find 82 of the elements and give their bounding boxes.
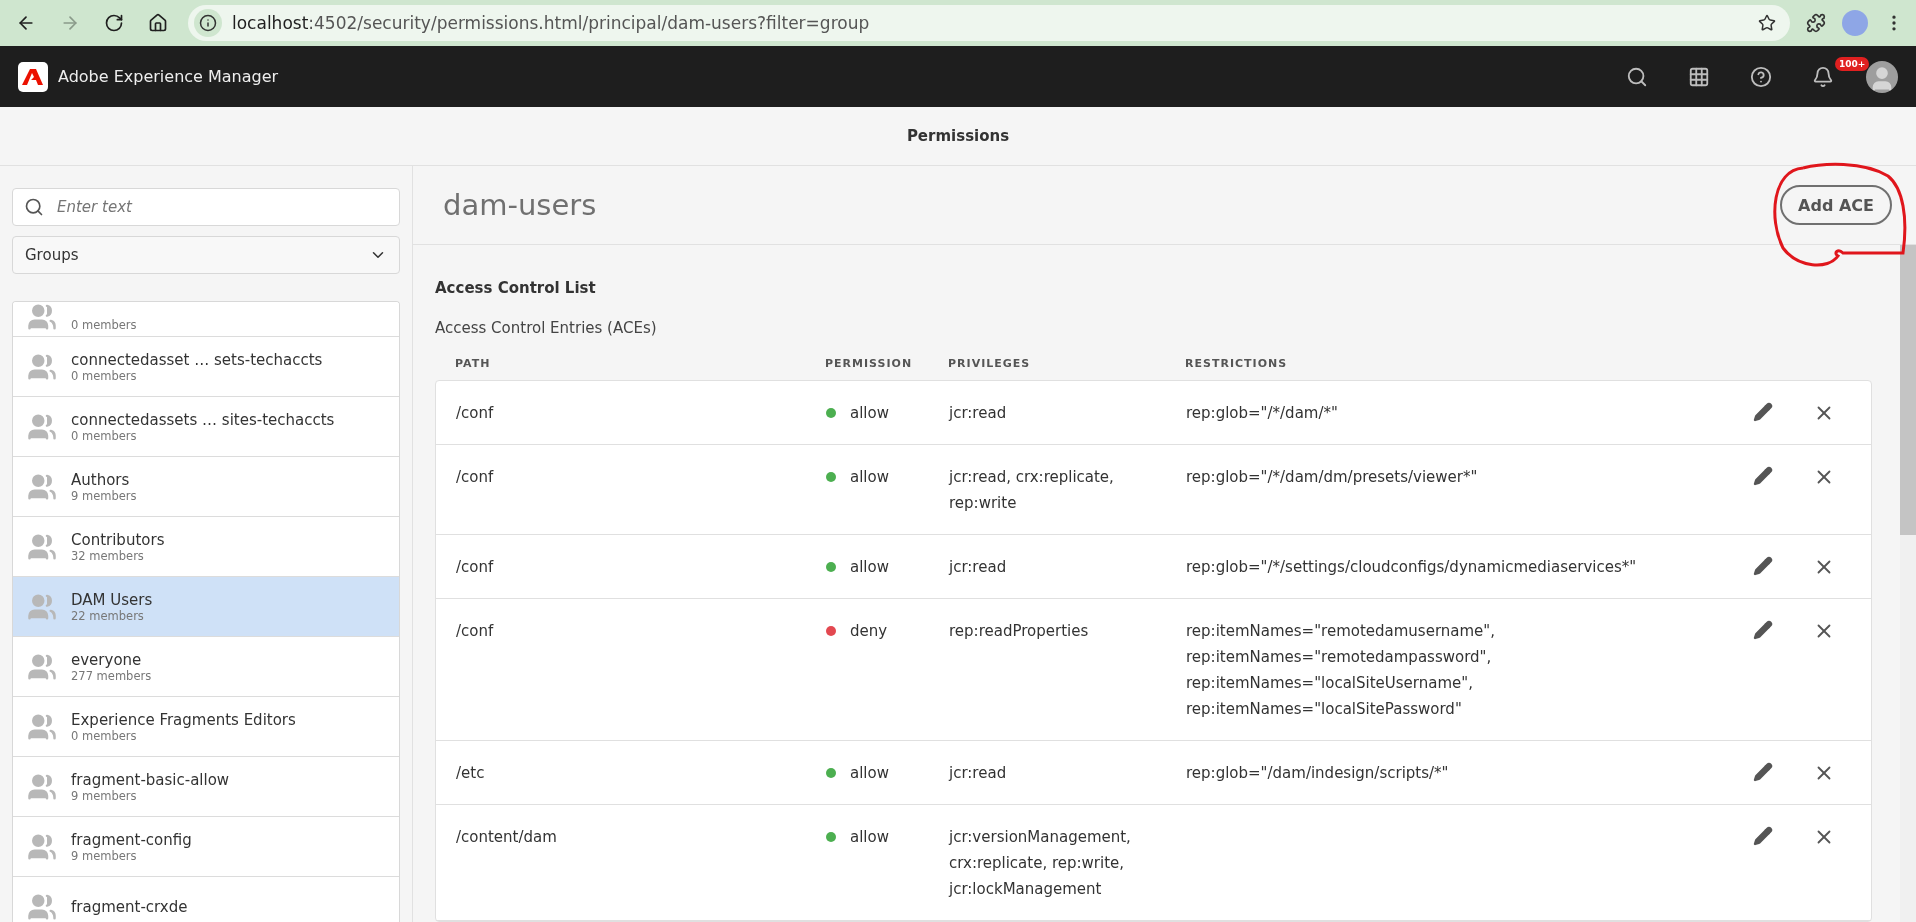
member-count: 32 members — [71, 548, 145, 563]
bell-icon — [1812, 65, 1834, 88]
path-cell-text: /conf — [456, 403, 495, 424]
group-list-item[interactable]: 0 members — [13, 302, 399, 337]
pencil-icon — [1753, 556, 1773, 576]
privileges-cell-text: jcr:read — [949, 763, 1008, 784]
groups-dropdown[interactable]: Groups — [12, 236, 400, 274]
path-cell-text: /conf — [456, 467, 495, 488]
pencil-icon — [1753, 402, 1773, 422]
info-icon[interactable] — [194, 9, 222, 37]
section-subheading: Access Control Entries (ACEs) — [435, 319, 658, 337]
member-count: 277 members — [71, 668, 152, 683]
app-logo-icon — [18, 61, 48, 92]
member-count: 0 members — [71, 728, 138, 743]
principal-title: dam-users — [443, 188, 597, 222]
reload-icon — [104, 13, 124, 33]
privileges-cell-text: rep:readProperties — [949, 621, 1090, 642]
path-cell-text: /etc — [456, 763, 486, 784]
permission-cell-text: allow — [850, 467, 889, 488]
pencil-icon — [1753, 826, 1773, 846]
notification-badge: 100+ — [1835, 56, 1870, 71]
column-header: PERMISSION — [825, 357, 914, 370]
restrictions-cell-text: rep:glob="/*/dam/*" — [1186, 403, 1339, 424]
group-name: Authors — [71, 470, 131, 489]
group-name: fragment-basic-allow — [71, 770, 230, 789]
group-name: connectedasset … sets-techaccts — [71, 350, 323, 369]
member-count: 0 members — [71, 318, 137, 332]
section-heading: Access Control List — [435, 279, 597, 297]
path-cell-text: /content/dam — [456, 827, 558, 848]
scrollbar-thumb[interactable] — [1900, 245, 1916, 535]
user-avatar[interactable] — [1866, 60, 1898, 93]
member-count: 22 members — [71, 608, 145, 623]
home-icon — [148, 13, 168, 33]
notifications-button[interactable] — [1812, 65, 1834, 88]
permission-cell-text: deny — [850, 621, 888, 642]
privileges-cell-text: jcr:read — [949, 557, 1008, 578]
group-name: fragment-config — [71, 830, 192, 849]
pencil-icon — [1753, 466, 1773, 486]
page-title: Permissions — [906, 127, 1010, 145]
grid-icon — [1688, 65, 1710, 88]
path-cell-text: /conf — [456, 557, 495, 578]
privileges-cell-text: jcr:read — [949, 403, 1008, 424]
scrollbar[interactable] — [1900, 245, 1916, 922]
extensions-icon[interactable] — [1806, 13, 1826, 33]
search-field[interactable]: Enter text — [12, 188, 400, 226]
privileges-cell-text: jcr:versionManagement, crx:replicate, rep:write, jcr:lockManagement — [949, 827, 1132, 900]
column-header: PRIVILEGES — [948, 357, 1032, 370]
member-count: 0 members — [71, 368, 138, 383]
permission-cell-text: allow — [850, 403, 889, 424]
bookmark-star-icon[interactable] — [1758, 14, 1776, 32]
group-name: connectedassets … sites-techaccts — [71, 410, 335, 429]
restrictions-cell-text: rep:glob="/*/settings/cloudconfigs/dynamicmediaservices*" — [1186, 557, 1638, 578]
group-name: everyone — [71, 650, 143, 669]
add-ace-button[interactable]: Add ACE — [1780, 185, 1892, 225]
group-name: Experience Fragments Editors — [71, 710, 296, 729]
member-count: 9 members — [71, 788, 138, 803]
group-name: Contributors — [71, 530, 165, 549]
restrictions-cell-text: rep:itemNames="remotedamusername", rep:itemNames="remotedampassword", rep:itemNames="localSiteUsername", rep:itemNames="localSitePassword" — [1186, 621, 1497, 720]
member-count: 0 members — [71, 428, 138, 443]
column-header: PATH — [455, 357, 492, 370]
privileges-cell-text: jcr:read, crx:replicate, rep:write — [949, 467, 1115, 514]
group-list-item[interactable]: DAM Users 22 members — [13, 577, 399, 637]
group-name: fragment-crxde — [71, 897, 188, 916]
help-icon — [1750, 65, 1772, 88]
permission-cell-text: allow — [850, 557, 889, 578]
group-icon — [27, 302, 57, 332]
pencil-icon — [1753, 762, 1773, 782]
member-count: 9 members — [71, 848, 138, 863]
path-cell-text: /conf — [456, 621, 495, 642]
group-name: DAM Users — [71, 590, 153, 609]
app-title: Adobe Experience Manager — [58, 67, 280, 86]
column-header: RESTRICTIONS — [1185, 357, 1289, 370]
permission-cell-text: allow — [850, 827, 889, 848]
restrictions-cell-text: rep:glob="/dam/indesign/scripts/*" — [1186, 763, 1450, 784]
search-icon — [24, 197, 44, 217]
search-icon — [1626, 65, 1648, 88]
member-count: 9 members — [71, 488, 137, 503]
pencil-icon — [1753, 620, 1773, 640]
url-text: localhost:4502/security/permissions.html/principal/dam-users?filter=group — [232, 13, 871, 33]
address-bar[interactable]: localhost:4502/security/permissions.html/principal/dam-users?filter=group — [188, 5, 1790, 41]
permission-cell-text: allow — [850, 763, 889, 784]
restrictions-cell-text: rep:glob="/*/dam/dm/presets/viewer*" — [1186, 467, 1479, 488]
